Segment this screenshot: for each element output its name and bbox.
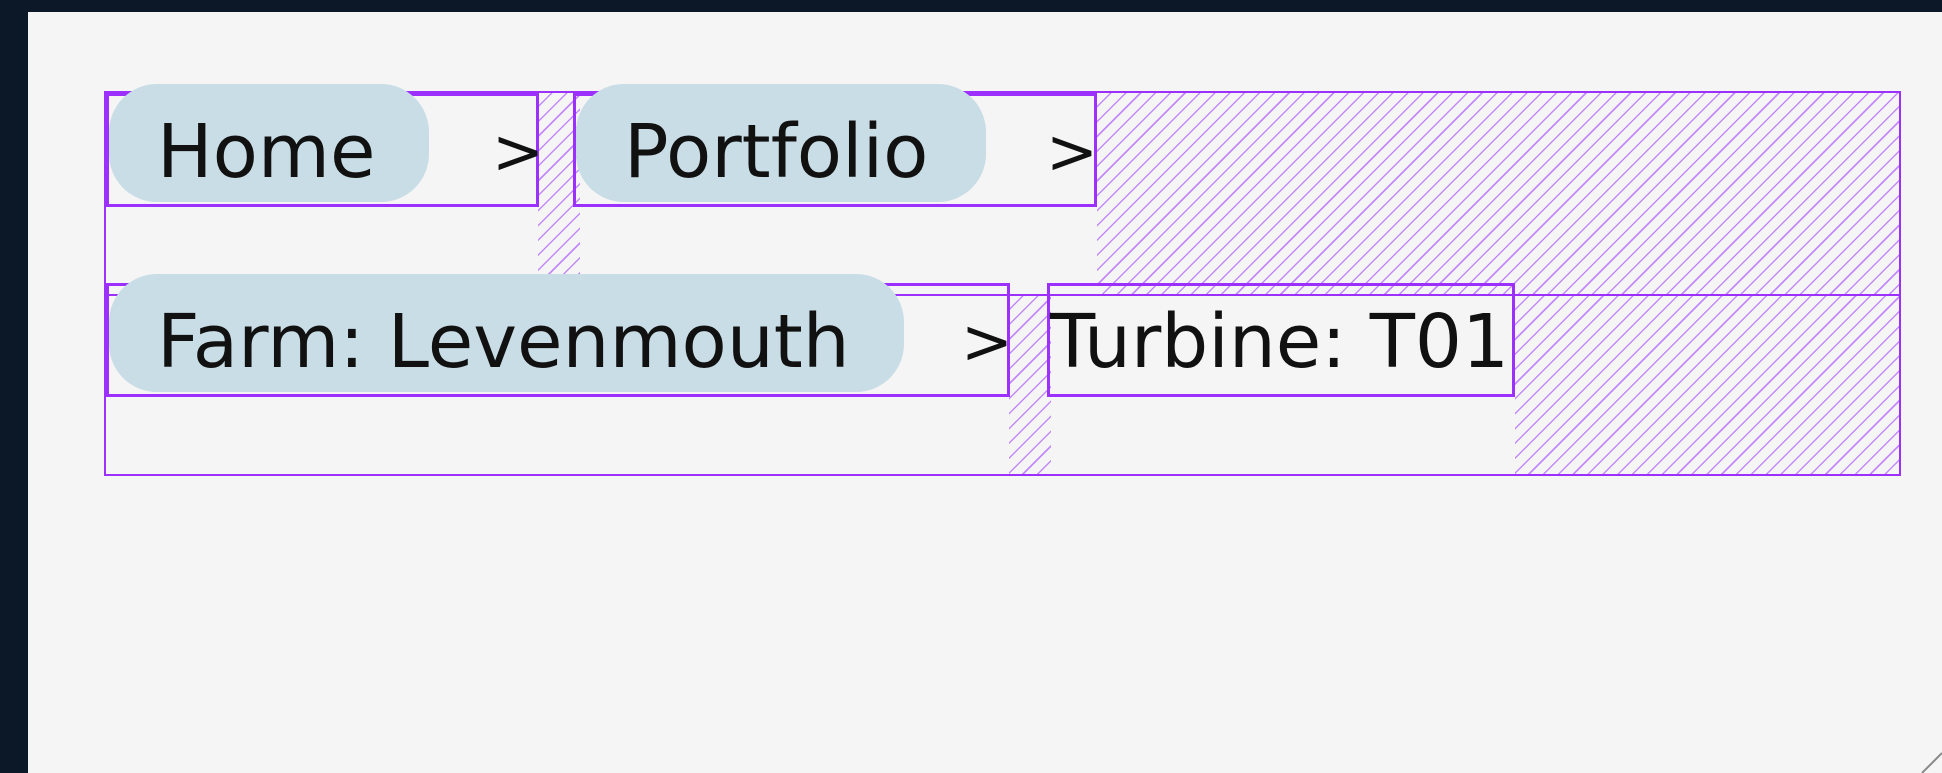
breadcrumb-current-page: Turbine: T01 bbox=[1050, 299, 1510, 385]
flex-free-space bbox=[1515, 296, 1899, 474]
flex-free-space bbox=[1097, 93, 1899, 294]
chevron-right-icon: > bbox=[492, 115, 544, 188]
resize-grip-icon[interactable] bbox=[1918, 749, 1942, 773]
breadcrumb-link-home[interactable]: Home bbox=[157, 96, 376, 208]
chevron-right-icon: > bbox=[1046, 115, 1098, 188]
breadcrumb-item-portfolio[interactable]: Portfolio > bbox=[573, 84, 1098, 208]
breadcrumb-item-home[interactable]: Home > bbox=[106, 84, 544, 208]
flex-gap bbox=[1009, 296, 1051, 474]
chevron-right-icon: > bbox=[961, 305, 1013, 378]
breadcrumb-link-portfolio[interactable]: Portfolio bbox=[624, 96, 928, 208]
browser-viewport: Home > Portfolio > Farm: Levenmouth > Tu… bbox=[28, 12, 1942, 773]
breadcrumb-item-farm[interactable]: Farm: Levenmouth > bbox=[106, 274, 1013, 398]
breadcrumb-item-current: Turbine: T01 bbox=[1047, 283, 1515, 397]
breadcrumb-link-farm[interactable]: Farm: Levenmouth bbox=[157, 286, 850, 398]
